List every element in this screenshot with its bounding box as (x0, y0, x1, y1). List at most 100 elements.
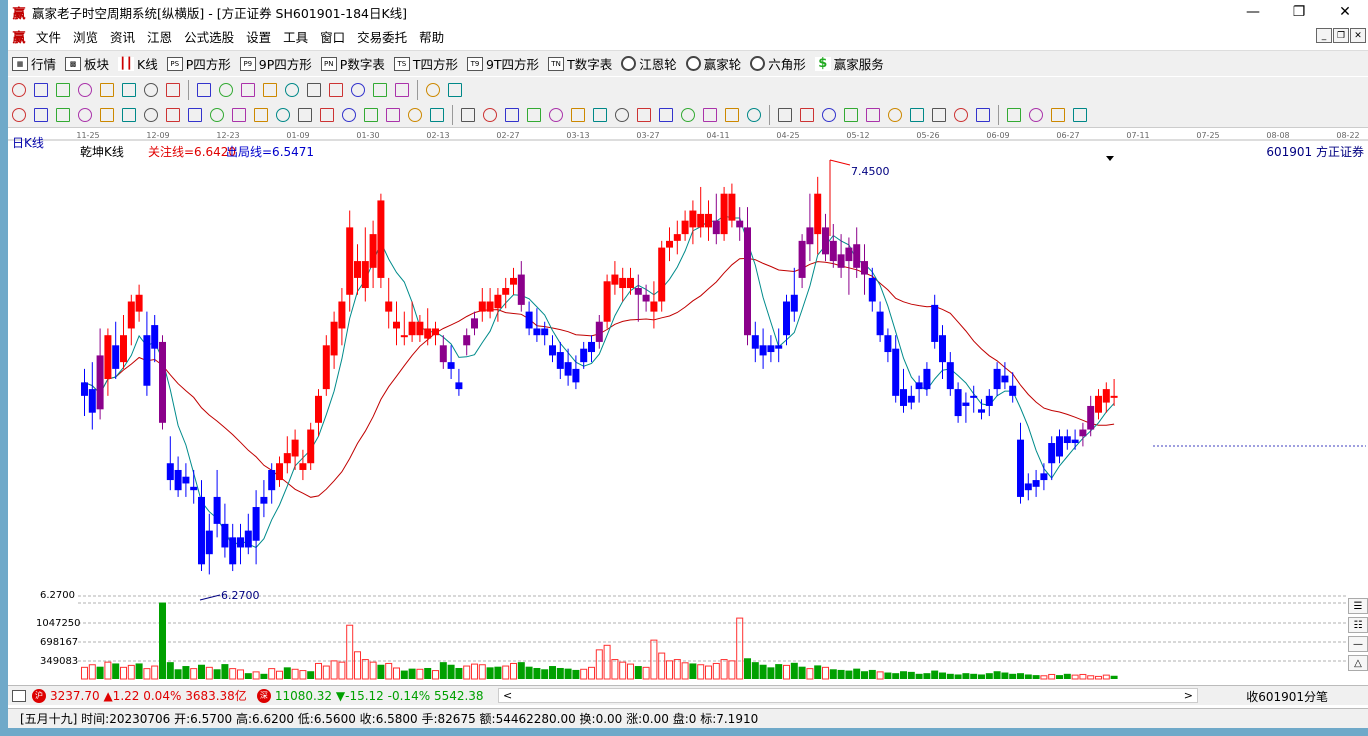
menu-formula[interactable]: 公式选股 (178, 27, 240, 46)
tools1-tool-button[interactable] (237, 79, 259, 101)
tools2-tool-button[interactable] (655, 104, 677, 126)
tools2-tool-button[interactable] (118, 104, 140, 126)
tools1-tool-button[interactable] (8, 79, 30, 101)
tools2-tool-button[interactable] (206, 104, 228, 126)
tools1-tool-button[interactable] (215, 79, 237, 101)
tools2-tool-button[interactable] (818, 104, 840, 126)
mdi-minimize-button[interactable]: _ (1316, 28, 1332, 43)
menu-info[interactable]: 资讯 (104, 27, 141, 46)
tools2-tool-button[interactable] (796, 104, 818, 126)
side-line-button[interactable]: — (1348, 636, 1368, 652)
mode-quotes[interactable]: ▦ 行情 (8, 53, 61, 75)
tools2-tool-button[interactable] (360, 104, 382, 126)
tools2-tool-button[interactable] (611, 104, 633, 126)
tools2-tool-button[interactable] (52, 104, 74, 126)
tools2-tool-button[interactable] (1069, 104, 1091, 126)
scroll-left-button[interactable]: < (503, 689, 512, 702)
tools2-tool-button[interactable] (316, 104, 338, 126)
tools2-tool-button[interactable] (501, 104, 523, 126)
tools2-tool-button[interactable] (404, 104, 426, 126)
tick-detail-button[interactable]: 收601901分笔 (1246, 688, 1328, 705)
mode-kline[interactable]: ┃┃ K线 (114, 53, 163, 75)
side-list-button[interactable]: ☰ (1348, 598, 1368, 614)
tools2-tool-button[interactable] (228, 104, 250, 126)
horizontal-scrollbar[interactable]: < > (498, 688, 1198, 703)
mode-hexagon[interactable]: 六角形 (746, 53, 811, 75)
tools1-tool-button[interactable] (369, 79, 391, 101)
mode-sectors[interactable]: ▩ 板块 (61, 53, 114, 75)
menu-browse[interactable]: 浏览 (67, 27, 104, 46)
tools2-tool-button[interactable] (1047, 104, 1069, 126)
tools2-tool-button[interactable] (699, 104, 721, 126)
minimize-button[interactable]: — (1230, 0, 1276, 24)
mode-p-square[interactable]: PS P四方形 (163, 53, 236, 75)
mode-winner-wheel[interactable]: 赢家轮 (682, 53, 747, 75)
mode-service[interactable]: $ 赢家服务 (811, 53, 889, 75)
tools2-tool-button[interactable] (382, 104, 404, 126)
tools1-tool-button[interactable] (347, 79, 369, 101)
tools2-tool-button[interactable] (840, 104, 862, 126)
tools1-tool-button[interactable] (422, 79, 444, 101)
tools1-tool-button[interactable] (391, 79, 413, 101)
tools2-tool-button[interactable] (862, 104, 884, 126)
tools1-tool-button[interactable] (303, 79, 325, 101)
scroll-right-button[interactable]: > (1184, 689, 1193, 702)
tools1-tool-button[interactable] (281, 79, 303, 101)
tools2-tool-button[interactable] (950, 104, 972, 126)
tools2-tool-button[interactable] (523, 104, 545, 126)
tools2-tool-button[interactable] (250, 104, 272, 126)
menu-tools[interactable]: 工具 (277, 27, 314, 46)
close-button[interactable]: ✕ (1322, 0, 1368, 24)
tools1-tool-button[interactable] (74, 79, 96, 101)
maximize-button[interactable]: ❐ (1276, 0, 1322, 24)
tools1-tool-button[interactable] (193, 79, 215, 101)
menu-logo-icon[interactable]: 赢 (10, 27, 28, 46)
tools2-tool-button[interactable] (677, 104, 699, 126)
tools2-tool-button[interactable] (184, 104, 206, 126)
tools2-tool-button[interactable] (774, 104, 796, 126)
mode-t-table[interactable]: TN T数字表 (544, 53, 617, 75)
tools1-tool-button[interactable] (140, 79, 162, 101)
tools2-tool-button[interactable] (162, 104, 184, 126)
tools1-tool-button[interactable] (30, 79, 52, 101)
tools2-tool-button[interactable] (906, 104, 928, 126)
side-up-button[interactable]: △ (1348, 655, 1368, 671)
tools2-tool-button[interactable] (972, 104, 994, 126)
tools2-tool-button[interactable] (74, 104, 96, 126)
tools2-tool-button[interactable] (140, 104, 162, 126)
tools2-tool-button[interactable] (633, 104, 655, 126)
tools2-tool-button[interactable] (545, 104, 567, 126)
tools1-tool-button[interactable] (444, 79, 466, 101)
tools2-tool-button[interactable] (338, 104, 360, 126)
menu-help[interactable]: 帮助 (413, 27, 450, 46)
tools2-tool-button[interactable] (567, 104, 589, 126)
tools2-tool-button[interactable] (294, 104, 316, 126)
menu-settings[interactable]: 设置 (240, 27, 277, 46)
tools2-tool-button[interactable] (96, 104, 118, 126)
menu-trade[interactable]: 交易委托 (351, 27, 413, 46)
mdi-close-button[interactable]: ✕ (1350, 28, 1366, 43)
mode-9p-square[interactable]: P9 9P四方形 (236, 53, 317, 75)
tools1-tool-button[interactable] (52, 79, 74, 101)
tools2-tool-button[interactable] (272, 104, 294, 126)
sz-index[interactable]: 深 11080.32 ▼-15.12 -0.14% 5542.38 (255, 688, 484, 703)
side-grid-button[interactable]: ☷ (1348, 617, 1368, 633)
tools2-tool-button[interactable] (30, 104, 52, 126)
tools2-tool-button[interactable] (589, 104, 611, 126)
tools1-tool-button[interactable] (162, 79, 184, 101)
menu-file[interactable]: 文件 (30, 27, 67, 46)
tools2-tool-button[interactable] (8, 104, 30, 126)
mode-9t-square[interactable]: T9 9T四方形 (463, 53, 544, 75)
tools2-tool-button[interactable] (743, 104, 765, 126)
kline-chart[interactable]: 11-25 12-09 12-23 01-09 01-30 02-13 02-27 03-13… (8, 128, 1368, 680)
mode-p-table[interactable]: PN P数字表 (317, 53, 390, 75)
tools2-tool-button[interactable] (479, 104, 501, 126)
mode-gann-wheel[interactable]: 江恩轮 (617, 53, 682, 75)
tools2-tool-button[interactable] (721, 104, 743, 126)
tools2-tool-button[interactable] (1003, 104, 1025, 126)
sh-index[interactable]: 沪 3237.70 ▲1.22 0.04% 3683.38亿 (30, 687, 247, 704)
menu-gann[interactable]: 江恩 (141, 27, 178, 46)
tools2-tool-button[interactable] (928, 104, 950, 126)
tools1-tool-button[interactable] (325, 79, 347, 101)
tools2-tool-button[interactable] (457, 104, 479, 126)
